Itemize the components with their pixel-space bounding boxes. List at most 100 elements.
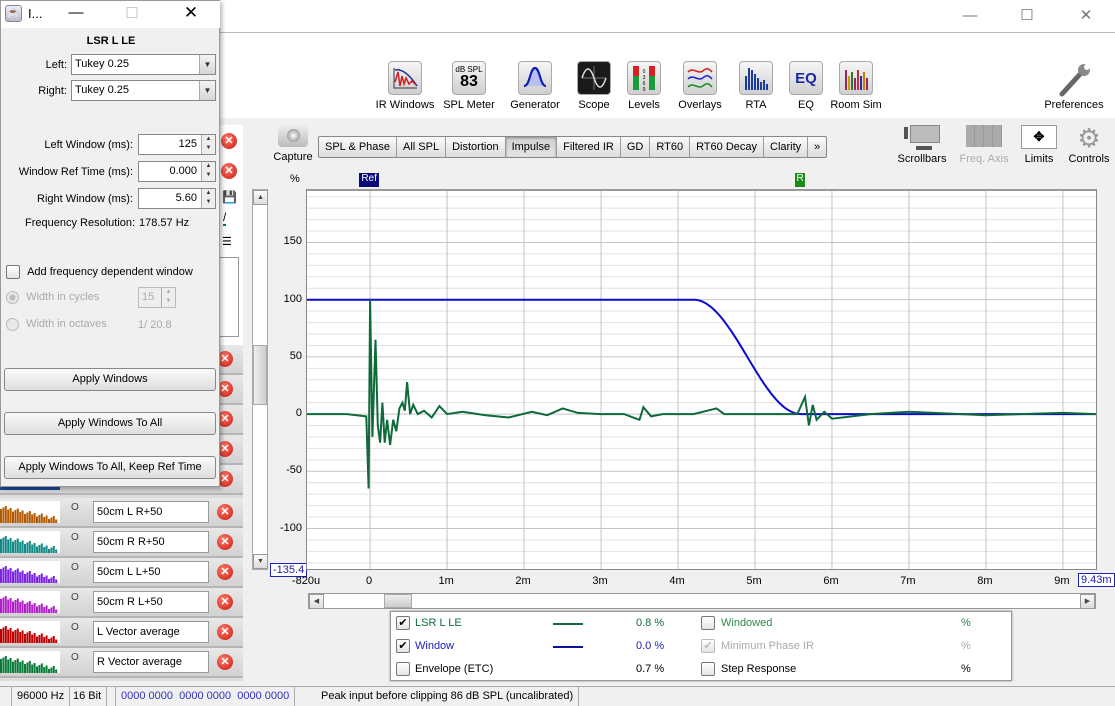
step-response-value: % xyxy=(961,663,971,675)
status-spacer xyxy=(0,687,12,706)
right-window-spinner[interactable]: 5.60 ▲ ▼ xyxy=(138,188,216,209)
window-checkbox[interactable]: ✔ xyxy=(396,639,410,653)
spinner-arrows-icon[interactable]: ▲ ▼ xyxy=(201,135,215,154)
wrench-icon xyxy=(1039,61,1109,99)
remove-icon[interactable]: ✕ xyxy=(217,504,233,520)
scrollbars-icon xyxy=(892,125,952,153)
envelope-checkbox[interactable] xyxy=(396,662,410,676)
status-input-levels: 0000 0000 0000 0000 0000 0000 xyxy=(116,687,296,706)
maximize-button[interactable]: ☐ xyxy=(1012,6,1042,26)
tab-rt60[interactable]: RT60 xyxy=(650,137,691,157)
tab-spl-phase[interactable]: SPL & Phase xyxy=(319,137,398,157)
measurement-row[interactable]: O 50cm R R+50 ✕ xyxy=(0,528,243,558)
impulse-plot[interactable] xyxy=(306,189,1097,570)
scroll-down-icon[interactable]: ▼ xyxy=(253,554,268,569)
capture-button[interactable]: Capture xyxy=(272,125,314,163)
spl-meter-value: 83 xyxy=(460,73,478,90)
measurement-row[interactable]: O 50cm L R+50 ✕ xyxy=(0,498,243,528)
measurement-name-field[interactable]: 50cm R R+50 xyxy=(93,531,209,553)
dialog-close-button[interactable]: ✕ xyxy=(179,3,203,23)
tool-spl-meter[interactable]: dB SPL 83 SPL Meter xyxy=(434,61,504,111)
measurement-row[interactable]: O 50cm L L+50 ✕ xyxy=(0,558,243,588)
measurement-row[interactable]: O R Vector average ✕ xyxy=(0,648,243,678)
eq-glyph: EQ xyxy=(795,69,817,87)
y-tick-label: 150 xyxy=(283,235,302,248)
measurement-name-field[interactable]: R Vector average xyxy=(93,651,209,673)
apply-windows-button[interactable]: Apply Windows xyxy=(4,368,216,391)
preferences-button[interactable]: Preferences xyxy=(1039,61,1109,111)
measurement-name-field[interactable]: 50cm L R+50 xyxy=(93,501,209,523)
right-window-type-select[interactable]: Tukey 0.25 ▼ xyxy=(71,80,216,101)
left-window-spinner[interactable]: 125 ▲ ▼ xyxy=(138,134,216,155)
right-window-type-value: Tukey 0.25 xyxy=(75,84,130,96)
dialog-minimize-button[interactable]: — xyxy=(64,4,88,21)
measurement-o-indicator: O xyxy=(71,502,79,513)
plot-horizontal-scrollbar[interactable]: ◀ ▶ xyxy=(308,593,1096,609)
status-message: Peak input before clipping 86 dB SPL (un… xyxy=(316,687,580,706)
plot-vertical-scrollbar[interactable]: ▲ ▼ xyxy=(252,189,268,570)
remove-icon[interactable]: ✕ xyxy=(217,564,233,580)
measurement-name-field[interactable]: 50cm R L+50 xyxy=(93,591,209,613)
spinner-arrows-icon[interactable]: ▲ ▼ xyxy=(201,189,215,208)
envelope-value: 0.7 % xyxy=(636,663,665,675)
ref-marker[interactable]: Ref xyxy=(359,173,380,187)
remove-icon[interactable]: ✕ xyxy=(217,624,233,640)
tool-ir-windows[interactable]: IR Windows xyxy=(370,61,440,111)
measurement-name-field[interactable]: 50cm L L+50 xyxy=(93,561,209,583)
remove-icon[interactable]: ✕ xyxy=(217,654,233,670)
measurement-row[interactable]: O 50cm R L+50 ✕ xyxy=(0,588,243,618)
tab-filtered-ir[interactable]: Filtered IR xyxy=(557,137,621,157)
measurement-o-indicator: O xyxy=(71,562,79,573)
status-bit-depth: 16 Bit xyxy=(68,687,108,706)
measurement-row[interactable]: O L Vector average ✕ xyxy=(0,618,243,648)
save-icon[interactable]: 💾 xyxy=(222,190,237,204)
apply-windows-to-all-button[interactable]: Apply Windows To All xyxy=(4,412,216,435)
rta-icon xyxy=(739,61,773,95)
remove-icon[interactable]: ✕ xyxy=(217,534,233,550)
tab-clarity[interactable]: Clarity xyxy=(764,137,809,157)
step-response-checkbox[interactable] xyxy=(701,662,715,676)
windowed-value: % xyxy=(961,617,971,629)
scroll-right-icon[interactable]: ▶ xyxy=(1080,594,1095,609)
y-tick-label: -50 xyxy=(286,464,302,477)
lsr-checkbox[interactable]: ✔ xyxy=(396,616,410,630)
minimize-button[interactable]: — xyxy=(955,6,985,26)
remove-icon[interactable]: ✕ xyxy=(221,133,237,149)
left-window-type-select[interactable]: Tukey 0.25 ▼ xyxy=(71,54,216,75)
windowed-label: Windowed xyxy=(721,617,773,629)
ref-time-spinner[interactable]: 0.000 ▲ ▼ xyxy=(138,161,216,182)
add-freq-window-checkbox[interactable]: Add frequency dependent window xyxy=(6,265,193,279)
scroll-up-icon[interactable]: ▲ xyxy=(253,190,268,205)
remove-icon[interactable]: ✕ xyxy=(217,594,233,610)
x-max-input[interactable]: 9.43m xyxy=(1078,573,1115,587)
close-button[interactable]: ✕ xyxy=(1071,6,1101,26)
measurement-name-field[interactable]: L Vector average xyxy=(93,621,209,643)
tab-gd[interactable]: GD xyxy=(621,137,651,157)
legend-row-lsr: ✔ LSR L LE 0.8 % Windowed % xyxy=(391,612,1011,635)
plot-vertical-scroll-thumb[interactable] xyxy=(253,345,267,405)
controls-button[interactable]: ⚙ Controls xyxy=(1059,125,1115,165)
add-freq-window-label: Add frequency dependent window xyxy=(27,265,193,278)
left-window-label: Left Window (ms): xyxy=(44,139,133,151)
left-window-type-value: Tukey 0.25 xyxy=(75,58,130,70)
notes-icon[interactable]: ☰ xyxy=(222,235,232,248)
tool-room-sim[interactable]: Room Sim xyxy=(821,61,891,111)
tab-more[interactable]: » xyxy=(808,137,826,157)
tab-all-spl[interactable]: All SPL xyxy=(397,137,447,157)
chevron-down-icon: ▼ xyxy=(199,55,215,74)
pen-icon[interactable]: / xyxy=(223,210,227,226)
windowed-checkbox[interactable] xyxy=(701,616,715,630)
remove-icon[interactable]: ✕ xyxy=(221,163,237,179)
tab-impulse[interactable]: Impulse xyxy=(505,137,558,157)
scrollbars-button[interactable]: Scrollbars xyxy=(892,125,952,165)
tab-rt60-decay[interactable]: RT60 Decay xyxy=(690,137,764,157)
radio-icon xyxy=(6,318,19,331)
freq-axis-label: Freq. Axis xyxy=(959,153,1009,165)
scroll-left-icon[interactable]: ◀ xyxy=(309,594,324,609)
plot-horizontal-scroll-thumb[interactable] xyxy=(384,594,412,608)
apply-windows-to-all-keep-ref-button[interactable]: Apply Windows To All, Keep Ref Time xyxy=(4,456,216,479)
right-window-marker[interactable]: R xyxy=(795,173,806,187)
width-octaves-value: 1/ 20.8 xyxy=(138,319,172,331)
spinner-arrows-icon[interactable]: ▲ ▼ xyxy=(201,162,215,181)
tab-distortion[interactable]: Distortion xyxy=(446,137,506,157)
